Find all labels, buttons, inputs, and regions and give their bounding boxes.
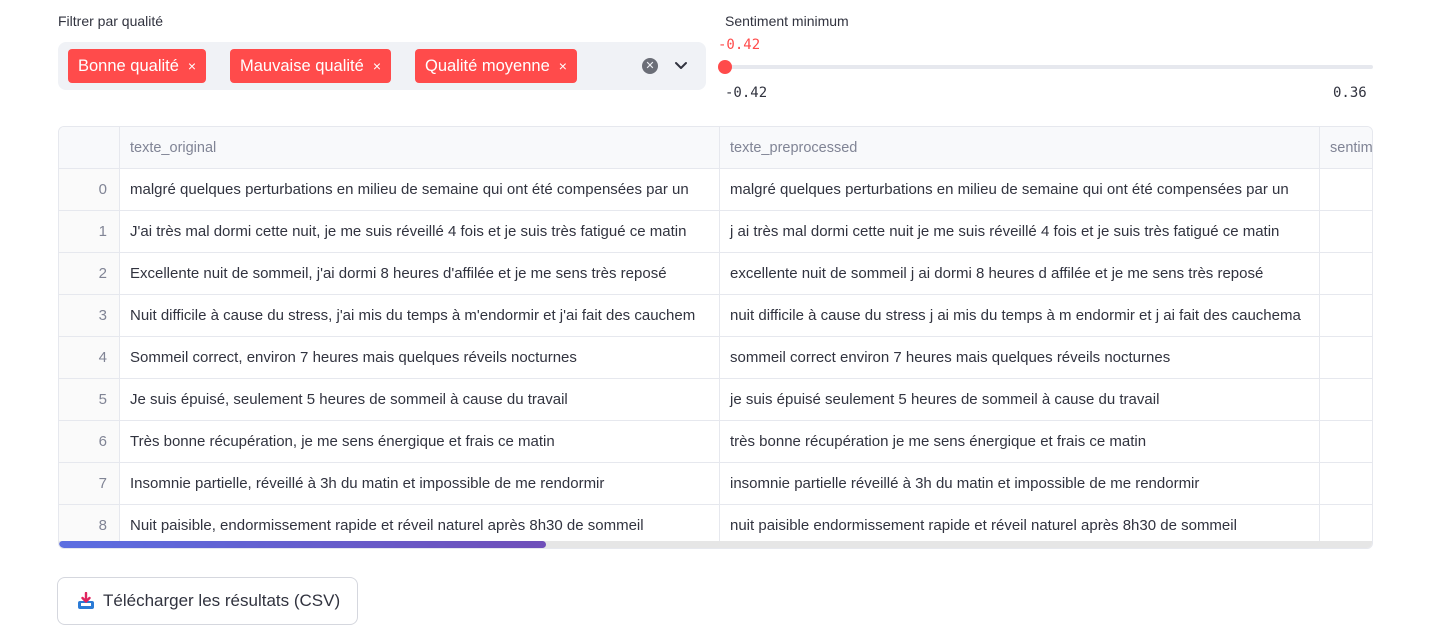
row-index: 1 bbox=[59, 211, 120, 253]
row-index: 4 bbox=[59, 337, 120, 379]
tag-remove-icon[interactable]: × bbox=[188, 59, 196, 73]
cell-texte-original[interactable]: Insomnie partielle, réveillé à 3h du mat… bbox=[120, 463, 720, 505]
cell-sentiment[interactable] bbox=[1320, 253, 1372, 295]
cell-sentiment[interactable] bbox=[1320, 211, 1372, 253]
cell-texte-preprocessed[interactable]: malgré quelques perturbations en milieu … bbox=[720, 169, 1320, 211]
cell-texte-original[interactable]: Nuit difficile à cause du stress, j'ai m… bbox=[120, 295, 720, 337]
table-row: 2 Excellente nuit de sommeil, j'ai dormi … bbox=[59, 253, 1372, 295]
header-texte-preprocessed[interactable]: texte_preprocessed bbox=[720, 127, 1320, 169]
cell-sentiment[interactable] bbox=[1320, 421, 1372, 463]
clear-icon[interactable]: ✕ bbox=[642, 58, 658, 74]
app-root: Filtrer par qualité Bonne qualité × Mauv… bbox=[0, 0, 1446, 639]
cell-texte-original[interactable]: Je suis épuisé, seulement 5 heures de so… bbox=[120, 379, 720, 421]
table-row: 1 J'ai très mal dormi cette nuit, je me s… bbox=[59, 211, 1372, 253]
cell-texte-preprocessed[interactable]: nuit difficile à cause du stress j ai mi… bbox=[720, 295, 1320, 337]
tag-label: Bonne qualité bbox=[78, 56, 179, 75]
table-row: 6 Très bonne récupération, je me sens éne… bbox=[59, 421, 1372, 463]
table-row: 4 Sommeil correct, environ 7 heures mais … bbox=[59, 337, 1372, 379]
tag-remove-icon[interactable]: × bbox=[559, 59, 567, 73]
slider-current-value: -0.42 bbox=[718, 37, 761, 53]
slider-thumb[interactable] bbox=[718, 60, 732, 74]
cell-texte-preprocessed[interactable]: excellente nuit de sommeil j ai dormi 8 … bbox=[720, 253, 1320, 295]
slider-max-label: 0.36 bbox=[1333, 85, 1367, 101]
cell-sentiment[interactable] bbox=[1320, 337, 1372, 379]
tag-mauvaise-qualite: Mauvaise qualité × bbox=[230, 49, 392, 83]
row-index: 0 bbox=[59, 169, 120, 211]
download-label: Télécharger les résultats (CSV) bbox=[103, 591, 341, 610]
download-csv-button[interactable]: Télécharger les résultats (CSV) bbox=[57, 577, 358, 625]
cell-sentiment[interactable] bbox=[1320, 379, 1372, 421]
inbox-tray-icon bbox=[78, 592, 94, 609]
row-index: 3 bbox=[59, 295, 120, 337]
row-index: 2 bbox=[59, 253, 120, 295]
cell-texte-original[interactable]: Très bonne récupération, je me sens éner… bbox=[120, 421, 720, 463]
cell-texte-preprocessed[interactable]: je suis épuisé seulement 5 heures de som… bbox=[720, 379, 1320, 421]
cell-sentiment[interactable] bbox=[1320, 169, 1372, 211]
row-index: 5 bbox=[59, 379, 120, 421]
cell-sentiment[interactable] bbox=[1320, 463, 1372, 505]
tag-bonne-qualite: Bonne qualité × bbox=[68, 49, 207, 83]
cell-texte-original[interactable]: Sommeil correct, environ 7 heures mais q… bbox=[120, 337, 720, 379]
row-index: 6 bbox=[59, 421, 120, 463]
chevron-down-icon[interactable] bbox=[670, 54, 692, 76]
cell-texte-preprocessed[interactable]: j ai très mal dormi cette nuit je me sui… bbox=[720, 211, 1320, 253]
tag-remove-icon[interactable]: × bbox=[373, 59, 381, 73]
cell-texte-original[interactable]: Excellente nuit de sommeil, j'ai dormi 8… bbox=[120, 253, 720, 295]
cell-texte-original[interactable]: malgré quelques perturbations en milieu … bbox=[120, 169, 720, 211]
scrollbar-thumb[interactable] bbox=[59, 541, 546, 548]
slider-min-label: -0.42 bbox=[725, 85, 768, 101]
header-index bbox=[59, 127, 120, 169]
table-header-row: texte_original texte_preprocessed sentim bbox=[59, 127, 1372, 169]
tag-label: Mauvaise qualité bbox=[240, 56, 364, 75]
tag-qualite-moyenne: Qualité moyenne × bbox=[415, 49, 577, 83]
slider-track[interactable] bbox=[725, 65, 1373, 69]
header-sentiment[interactable]: sentim bbox=[1320, 127, 1372, 169]
filter-label: Filtrer par qualité bbox=[58, 13, 164, 29]
cell-texte-preprocessed[interactable]: très bonne récupération je me sens énerg… bbox=[720, 421, 1320, 463]
tag-label: Qualité moyenne bbox=[425, 56, 550, 75]
table-row: 3 Nuit difficile à cause du stress, j'ai … bbox=[59, 295, 1372, 337]
cell-texte-preprocessed[interactable]: sommeil correct environ 7 heures mais qu… bbox=[720, 337, 1320, 379]
cell-sentiment[interactable] bbox=[1320, 295, 1372, 337]
cell-texte-preprocessed[interactable]: insomnie partielle réveillé à 3h du mati… bbox=[720, 463, 1320, 505]
results-table[interactable]: texte_original texte_preprocessed sentim… bbox=[58, 126, 1373, 549]
table-row: 7 Insomnie partielle, réveillé à 3h du ma… bbox=[59, 463, 1372, 505]
quality-multiselect[interactable]: Bonne qualité × Mauvaise qualité × Quali… bbox=[58, 42, 706, 90]
table-row: 0 malgré quelques perturbations en milie… bbox=[59, 169, 1372, 211]
cell-texte-original[interactable]: J'ai très mal dormi cette nuit, je me su… bbox=[120, 211, 720, 253]
slider-label: Sentiment minimum bbox=[725, 13, 849, 29]
horizontal-scrollbar[interactable] bbox=[59, 541, 1372, 548]
row-index: 7 bbox=[59, 463, 120, 505]
table-row: 5 Je suis épuisé, seulement 5 heures de s… bbox=[59, 379, 1372, 421]
header-texte-original[interactable]: texte_original bbox=[120, 127, 720, 169]
